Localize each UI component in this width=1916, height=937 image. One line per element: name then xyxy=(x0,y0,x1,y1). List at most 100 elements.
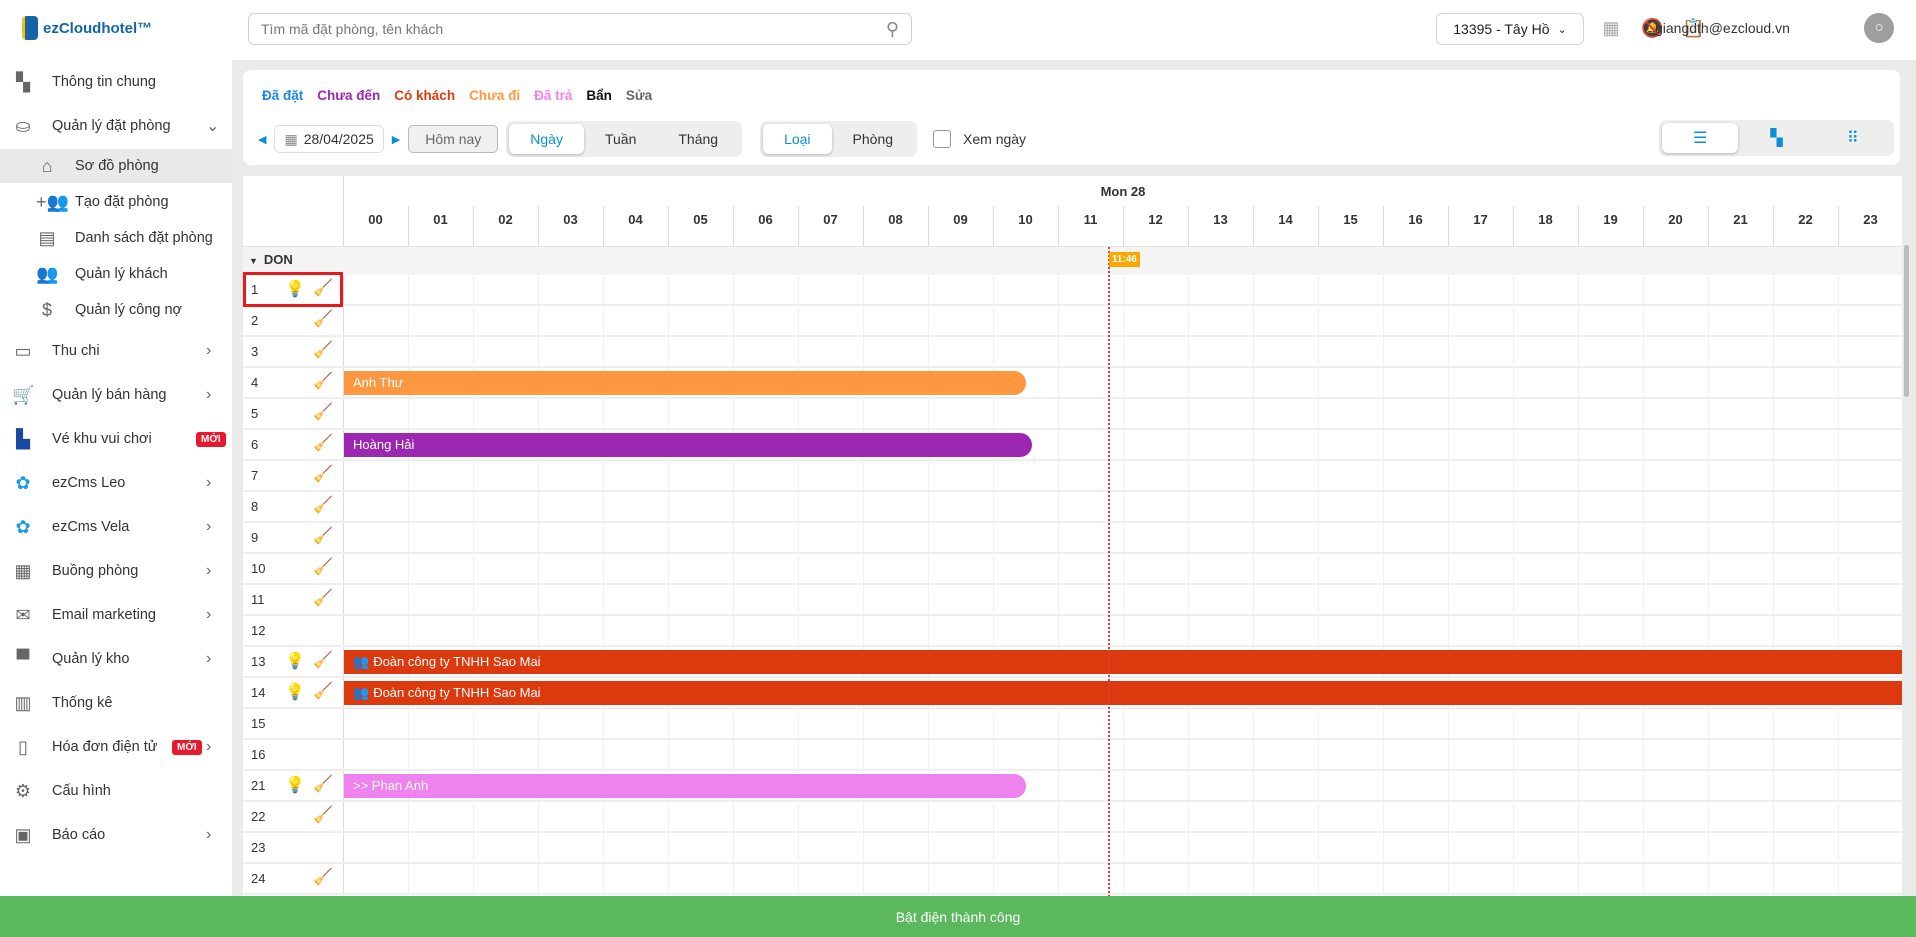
legend-1[interactable]: Chưa đến xyxy=(317,88,380,103)
sidebar-item[interactable]: ✿ezCms Vela› xyxy=(0,510,232,544)
room-number[interactable]: 22 xyxy=(251,809,265,824)
legend-2[interactable]: Có khách xyxy=(394,88,455,103)
legend-0[interactable]: Đã đặt xyxy=(262,88,303,103)
hotel-select[interactable]: 13395 - Tây Hồ⌄ xyxy=(1436,13,1584,45)
broom-icon[interactable]: 🧹 xyxy=(313,681,333,701)
timeline-view-icon[interactable]: ☰ xyxy=(1662,123,1738,153)
broom-icon[interactable]: 🧹 xyxy=(313,774,333,794)
room-number[interactable]: 23 xyxy=(251,840,265,855)
sidebar-item[interactable]: ▯Hóa đơn điện tửMỚI› xyxy=(0,730,232,764)
room-number[interactable]: 5 xyxy=(251,406,258,421)
sidebar-item[interactable]: ⛀Quản lý đặt phòng⌄ xyxy=(0,109,232,143)
broom-icon[interactable]: 🧹 xyxy=(313,526,333,546)
broom-icon[interactable]: 🧹 xyxy=(313,371,333,391)
hour-divider xyxy=(993,206,994,246)
broom-icon[interactable]: 🧹 xyxy=(313,402,333,422)
grid-line xyxy=(798,523,799,554)
sidebar-item[interactable]: ▚Thông tin chung xyxy=(0,65,232,99)
search-input[interactable]: Tìm mã đặt phòng, tên khách⚲ xyxy=(248,13,912,45)
tab-month[interactable]: Tháng xyxy=(657,124,739,154)
calendar-icon: ▦ xyxy=(284,131,297,148)
grid-view-icon[interactable]: ⠿ xyxy=(1815,123,1891,153)
date-picker[interactable]: ▦28/04/2025 xyxy=(274,125,383,153)
lightbulb-icon[interactable]: 💡 xyxy=(285,775,305,795)
today-button[interactable]: Hôm nay xyxy=(408,125,498,153)
room-number[interactable]: 7 xyxy=(251,468,258,483)
legend-3[interactable]: Chưa đi xyxy=(469,88,520,103)
sidebar-item[interactable]: ▤Danh sách đặt phòng xyxy=(0,221,232,255)
legend-6[interactable]: Sửa xyxy=(626,88,652,103)
room-number[interactable]: 9 xyxy=(251,530,258,545)
tab-week[interactable]: Tuần xyxy=(584,124,657,154)
sidebar-item[interactable]: ▣Báo cáo› xyxy=(0,818,232,852)
hour-divider xyxy=(668,206,669,246)
broom-icon[interactable]: 🧹 xyxy=(313,805,333,825)
broom-icon[interactable]: 🧹 xyxy=(313,588,333,608)
next-date-button[interactable]: ▶ xyxy=(392,133,400,146)
split-view-icon[interactable]: ▚ xyxy=(1738,123,1814,153)
broom-icon[interactable]: 🧹 xyxy=(313,309,333,329)
grid-line xyxy=(1838,306,1839,337)
sidebar-item[interactable]: $Quản lý công nợ xyxy=(0,293,232,327)
broom-icon[interactable]: 🧹 xyxy=(313,867,333,887)
avatar[interactable]: ○ xyxy=(1864,13,1894,43)
room-number[interactable]: 24 xyxy=(251,871,265,886)
lightbulb-icon[interactable]: 💡 xyxy=(285,651,305,671)
room-number[interactable]: 10 xyxy=(251,561,265,576)
legend-5[interactable]: Bẩn xyxy=(586,88,612,103)
sidebar-item[interactable]: ▙Vé khu vui chơiMỚI xyxy=(0,422,232,456)
room-number[interactable]: 6 xyxy=(251,437,258,452)
grid-line xyxy=(1253,585,1254,616)
sidebar-item[interactable]: ▀Quản lý kho› xyxy=(0,642,232,676)
brand-logo[interactable]: ezCloudhotel™ xyxy=(22,16,152,40)
sidebar-item[interactable]: ✿ezCms Leo› xyxy=(0,466,232,500)
room-number[interactable]: 15 xyxy=(251,716,265,731)
booking-bar[interactable]: Hoàng Hải xyxy=(344,433,1032,457)
user-email[interactable]: giangdth@ezcloud.vn xyxy=(1655,20,1790,36)
grid-line xyxy=(1773,368,1774,399)
group-row[interactable] xyxy=(243,247,1902,275)
prev-date-button[interactable]: ◀ xyxy=(258,133,266,146)
room-number[interactable]: 3 xyxy=(251,344,258,359)
tab-room[interactable]: Phòng xyxy=(832,124,914,154)
room-number[interactable]: 4 xyxy=(251,375,258,390)
room-number[interactable]: 2 xyxy=(251,313,258,328)
sidebar-item[interactable]: ▥Thống kê xyxy=(0,686,232,720)
room-number[interactable]: 13 xyxy=(251,654,265,669)
search-icon[interactable]: ⚲ xyxy=(886,19,899,40)
room-number[interactable]: 8 xyxy=(251,499,258,514)
view-day-checkbox[interactable] xyxy=(933,130,951,148)
sidebar-item-label: Email marketing xyxy=(52,607,156,623)
apps-grid-icon[interactable]: ▦ xyxy=(1600,17,1622,39)
group-label[interactable]: ▼DON xyxy=(249,252,293,267)
broom-icon[interactable]: 🧹 xyxy=(313,650,333,670)
broom-icon[interactable]: 🧹 xyxy=(313,557,333,577)
broom-icon[interactable]: 🧹 xyxy=(313,340,333,360)
room-number[interactable]: 11 xyxy=(251,592,265,607)
sidebar-item[interactable]: ⌂Sơ đồ phòng xyxy=(0,149,232,183)
vertical-scrollbar[interactable] xyxy=(1904,245,1909,397)
broom-icon[interactable]: 🧹 xyxy=(313,433,333,453)
broom-icon[interactable]: 🧹 xyxy=(313,464,333,484)
broom-icon[interactable]: 🧹 xyxy=(313,495,333,515)
sidebar-item[interactable]: 👥Quản lý khách xyxy=(0,257,232,291)
sidebar-item[interactable]: ✉Email marketing› xyxy=(0,598,232,632)
room-number[interactable]: 16 xyxy=(251,747,265,762)
booking-bar[interactable]: >> Phan Anh xyxy=(344,774,1026,798)
sidebar-item[interactable]: ▦Buồng phòng› xyxy=(0,554,232,588)
tab-day[interactable]: Ngày xyxy=(509,124,584,154)
booking-bar[interactable]: 👥Đoàn công ty TNHH Sao Mai xyxy=(344,681,1902,705)
grid-line xyxy=(928,306,929,337)
sidebar-item[interactable]: 🛒Quản lý bán hàng› xyxy=(0,378,232,412)
lightbulb-icon[interactable]: 💡 xyxy=(285,682,305,702)
sidebar-item[interactable]: +👥Tạo đặt phòng xyxy=(0,185,232,219)
room-number[interactable]: 14 xyxy=(251,685,265,700)
booking-bar[interactable]: 👥Đoàn công ty TNHH Sao Mai xyxy=(344,650,1902,674)
sidebar-item[interactable]: ⚙Cấu hình xyxy=(0,774,232,808)
room-number[interactable]: 12 xyxy=(251,623,265,638)
legend-4[interactable]: Đã trả xyxy=(534,88,572,103)
tab-type[interactable]: Loại xyxy=(763,124,831,154)
room-number[interactable]: 21 xyxy=(251,778,265,793)
booking-bar[interactable]: Anh Thư xyxy=(344,371,1026,395)
sidebar-item[interactable]: ▭Thu chi› xyxy=(0,334,232,368)
